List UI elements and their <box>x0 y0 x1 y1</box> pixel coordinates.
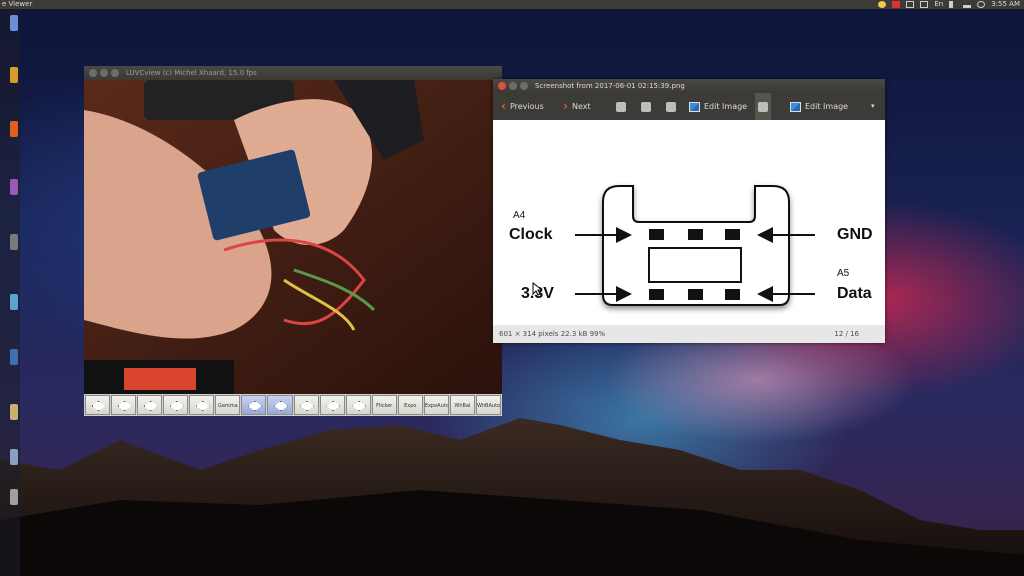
luvcview-titlebar[interactable]: LUVCview (c) Michel Xhaard, 15.0 fps <box>84 66 502 80</box>
control-button[interactable] <box>163 395 189 415</box>
viewer-statusbar: 601 × 314 pixels 22.3 kB 99% 12 / 16 <box>493 325 885 343</box>
toolbar-overflow-button[interactable]: ▾ <box>871 93 875 120</box>
luvcview-window: LUVCview (c) Michel Xhaard, 15.0 fps Gam… <box>84 66 502 416</box>
edit-image-label: Edit Image <box>704 102 748 111</box>
label-gnd: GND <box>837 226 873 243</box>
dropdown-arrow-icon: ▾ <box>871 102 875 110</box>
launcher-item[interactable] <box>10 349 18 365</box>
control-button[interactable] <box>345 395 371 415</box>
launcher-item[interactable] <box>10 179 18 195</box>
white-balance-button[interactable]: WhBal <box>449 395 475 415</box>
active-app-title: e Viewer <box>2 0 33 8</box>
keyboard-layout-indicator[interactable]: En <box>934 0 943 9</box>
edit-image-label-2: Edit Image <box>805 102 849 111</box>
image-editor-icon <box>689 101 700 112</box>
flicker-button[interactable]: Flicker <box>371 395 397 415</box>
label-a5: A5 <box>837 268 850 279</box>
maximize-button[interactable] <box>520 82 528 90</box>
launcher-item[interactable] <box>10 449 18 465</box>
clock[interactable]: 3:55 AM <box>991 0 1020 9</box>
luvcview-control-bar: Gamma Flicker Expo ExpoAuto WhBal WhBAut… <box>84 394 502 416</box>
gamma-button[interactable]: Gamma <box>215 395 241 415</box>
label-a4: A4 <box>513 210 526 221</box>
control-button[interactable] <box>267 395 293 415</box>
top-panel: e Viewer En 3:55 AM <box>0 0 1024 9</box>
next-button[interactable]: › Next <box>563 93 591 120</box>
copy-icon <box>666 101 676 112</box>
launcher-item[interactable] <box>10 234 18 250</box>
control-button[interactable] <box>189 395 215 415</box>
chevron-left-icon: ‹ <box>501 99 506 113</box>
control-button[interactable] <box>137 395 163 415</box>
pin <box>688 289 703 300</box>
launcher-item[interactable] <box>10 15 18 31</box>
launcher-item[interactable] <box>10 67 18 83</box>
image-info: 601 × 314 pixels 22.3 kB 99% <box>499 330 606 338</box>
pin <box>725 289 740 300</box>
next-label: Next <box>571 102 591 111</box>
expo-auto-button[interactable]: ExpoAuto <box>423 395 449 415</box>
pin <box>649 229 664 240</box>
copy-button[interactable] <box>666 93 676 120</box>
viewer-titlebar[interactable]: Screenshot from 2017-06-01 02:15:39.png <box>493 79 885 93</box>
control-button[interactable] <box>111 395 137 415</box>
control-button[interactable] <box>293 395 319 415</box>
close-button[interactable] <box>498 82 506 90</box>
slideshow-icon <box>758 101 768 112</box>
previous-button[interactable]: ‹ Previous <box>501 93 544 120</box>
launcher-item[interactable] <box>10 121 18 137</box>
slideshow-button[interactable] <box>755 93 771 120</box>
control-button[interactable] <box>241 395 267 415</box>
rotate-button[interactable] <box>616 93 626 120</box>
label-clock: Clock <box>509 226 553 243</box>
launcher-item[interactable] <box>10 404 18 420</box>
page-counter: 12 / 16 <box>834 330 859 338</box>
bluetooth-icon[interactable] <box>949 1 957 8</box>
window-title: LUVCview (c) Michel Xhaard, 15.0 fps <box>126 69 257 77</box>
launcher-item[interactable] <box>10 294 18 310</box>
maximize-button[interactable] <box>111 69 119 77</box>
chevron-right-icon: › <box>563 99 568 113</box>
print-icon <box>641 101 651 112</box>
sync-icon[interactable] <box>906 1 915 8</box>
image-viewer-window: Screenshot from 2017-06-01 02:15:39.png … <box>493 79 885 343</box>
camera-feed <box>84 80 502 394</box>
pin <box>725 229 740 240</box>
image-editor-icon <box>790 101 801 112</box>
white-balance-auto-button[interactable]: WhBAuto <box>475 395 501 415</box>
launcher-dock <box>0 9 20 576</box>
record-icon[interactable] <box>892 1 901 8</box>
mouse-cursor-icon <box>532 282 542 296</box>
edit-image-button[interactable]: Edit Image <box>689 93 747 120</box>
rotate-icon <box>616 101 626 112</box>
pin <box>649 289 664 300</box>
notification-icon[interactable] <box>878 1 887 8</box>
window-title: Screenshot from 2017-06-01 02:15:39.png <box>535 82 685 90</box>
edit-image-button-2[interactable]: Edit Image <box>790 93 848 120</box>
viewer-toolbar: ‹ Previous › Next Edit Image Edit Image … <box>493 93 885 120</box>
expo-button[interactable]: Expo <box>397 395 423 415</box>
control-button[interactable] <box>85 395 111 415</box>
launcher-item[interactable] <box>10 489 18 505</box>
label-data: Data <box>837 285 872 302</box>
indicator-area: En 3:55 AM <box>878 0 1020 9</box>
pin <box>688 229 703 240</box>
close-button[interactable] <box>89 69 97 77</box>
control-button[interactable] <box>319 395 345 415</box>
gear-icon[interactable] <box>977 1 986 8</box>
image-canvas: A4 Clock GND A5 3.3V Data <box>493 120 885 325</box>
previous-label: Previous <box>509 102 544 111</box>
minimize-button[interactable] <box>100 69 108 77</box>
print-button[interactable] <box>641 93 651 120</box>
center-window <box>648 247 742 283</box>
minimize-button[interactable] <box>509 82 517 90</box>
volume-icon[interactable] <box>963 1 972 8</box>
transfer-icon[interactable] <box>920 1 929 8</box>
connector-outline <box>602 185 790 306</box>
